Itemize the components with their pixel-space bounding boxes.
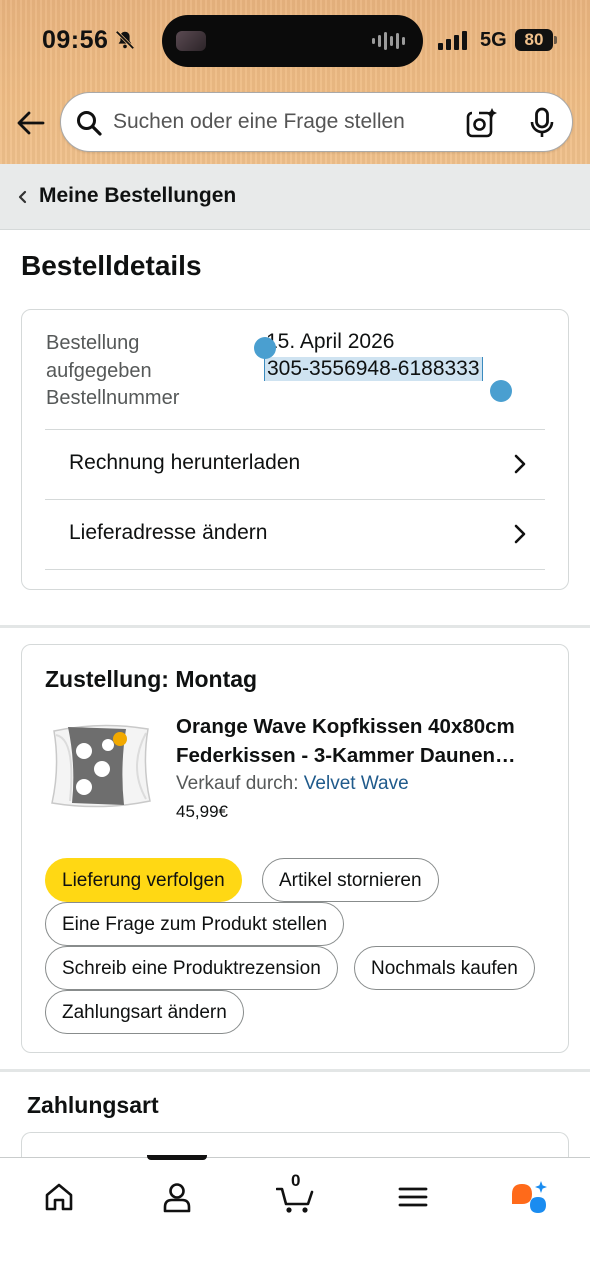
payment-section-title: Zahlungsart	[27, 1092, 159, 1118]
label-order-placed-line2: aufgegeben	[46, 359, 152, 382]
row-divider	[45, 569, 545, 570]
app-header: 09:56 5G 80	[0, 0, 590, 164]
page-title: Bestelldetails	[21, 250, 202, 281]
selection-end-handle[interactable]	[490, 380, 512, 402]
breadcrumb-label[interactable]: Meine Bestellungen	[39, 184, 236, 208]
chevron-right-icon	[514, 454, 526, 474]
cart-count-badge: 0	[291, 1171, 301, 1190]
change-address-link[interactable]: Lieferadresse ändern	[45, 499, 545, 569]
order-number-selected[interactable]: 305-3556948-6188333	[264, 357, 483, 381]
section-divider	[0, 1069, 590, 1072]
account-icon[interactable]	[160, 1180, 194, 1214]
search-bar[interactable]	[60, 92, 573, 152]
search-icon	[77, 111, 102, 136]
change-payment-button[interactable]: Zahlungsart ändern	[45, 990, 244, 1034]
chevron-left-icon	[18, 190, 27, 204]
dynamic-island	[162, 15, 423, 67]
product-price: 45,99€	[176, 802, 228, 821]
microphone-icon[interactable]	[527, 107, 557, 139]
rufus-ai-icon[interactable]	[510, 1180, 550, 1214]
buy-again-button[interactable]: Nochmals kaufen	[354, 946, 535, 990]
label-order-placed-line1: Bestellung	[46, 332, 140, 354]
change-address-label: Lieferadresse ändern	[69, 521, 268, 544]
section-divider	[0, 625, 590, 628]
bottom-navigation: 0	[0, 1155, 590, 1280]
order-labels: Bestellung aufgegeben Bestellnummer	[46, 330, 236, 413]
track-delivery-button[interactable]: Lieferung verfolgen	[45, 858, 242, 902]
delivery-card: Zustellung: Montag Orange Wave Kopfkisse…	[21, 644, 569, 1053]
camera-sparkle-icon[interactable]	[465, 107, 497, 139]
cancel-item-button[interactable]: Artikel stornieren	[262, 858, 439, 902]
media-thumbnail	[176, 31, 206, 51]
network-type: 5G	[480, 29, 507, 51]
signal-icon	[438, 30, 467, 50]
download-invoice-label: Rechnung herunterladen	[69, 451, 301, 474]
chevron-right-icon	[514, 524, 526, 544]
ask-question-button[interactable]: Eine Frage zum Produkt stellen	[45, 902, 345, 946]
home-icon[interactable]	[42, 1180, 76, 1214]
status-time: 09:56	[42, 26, 109, 54]
product-title-line2: Federkissen - 3-Kammer Daunen…	[176, 744, 516, 767]
product-image[interactable]	[46, 717, 156, 813]
seller-prefix: Verkauf durch:	[176, 773, 304, 794]
product-title-line1: Orange Wave Kopfkissen 40x80cm	[176, 715, 515, 738]
product-title[interactable]: Orange Wave Kopfkissen 40x80cm Federkiss…	[176, 712, 556, 770]
download-invoice-link[interactable]: Rechnung herunterladen	[45, 429, 545, 499]
breadcrumb[interactable]: Meine Bestellungen	[0, 164, 590, 230]
seller-link[interactable]: Velvet Wave	[304, 773, 409, 794]
bell-off-icon	[115, 30, 135, 50]
selection-start-handle[interactable]	[254, 337, 276, 359]
order-date: 15. April 2026	[266, 330, 395, 353]
label-order-number: Bestellnummer	[46, 387, 180, 409]
audio-wave-icon	[372, 31, 405, 51]
battery-icon: 80	[515, 29, 557, 51]
write-review-button[interactable]: Schreib eine Produktrezension	[45, 946, 338, 990]
search-input[interactable]	[113, 93, 453, 151]
delivery-title: Zustellung: Montag	[45, 666, 258, 692]
active-tab-indicator	[147, 1155, 207, 1160]
arrow-left-icon[interactable]	[14, 106, 48, 140]
order-summary-card: Bestellung aufgegeben Bestellnummer 15. …	[21, 309, 569, 590]
seller-info: Verkauf durch: Velvet Wave	[176, 773, 409, 795]
menu-icon[interactable]	[396, 1180, 430, 1214]
